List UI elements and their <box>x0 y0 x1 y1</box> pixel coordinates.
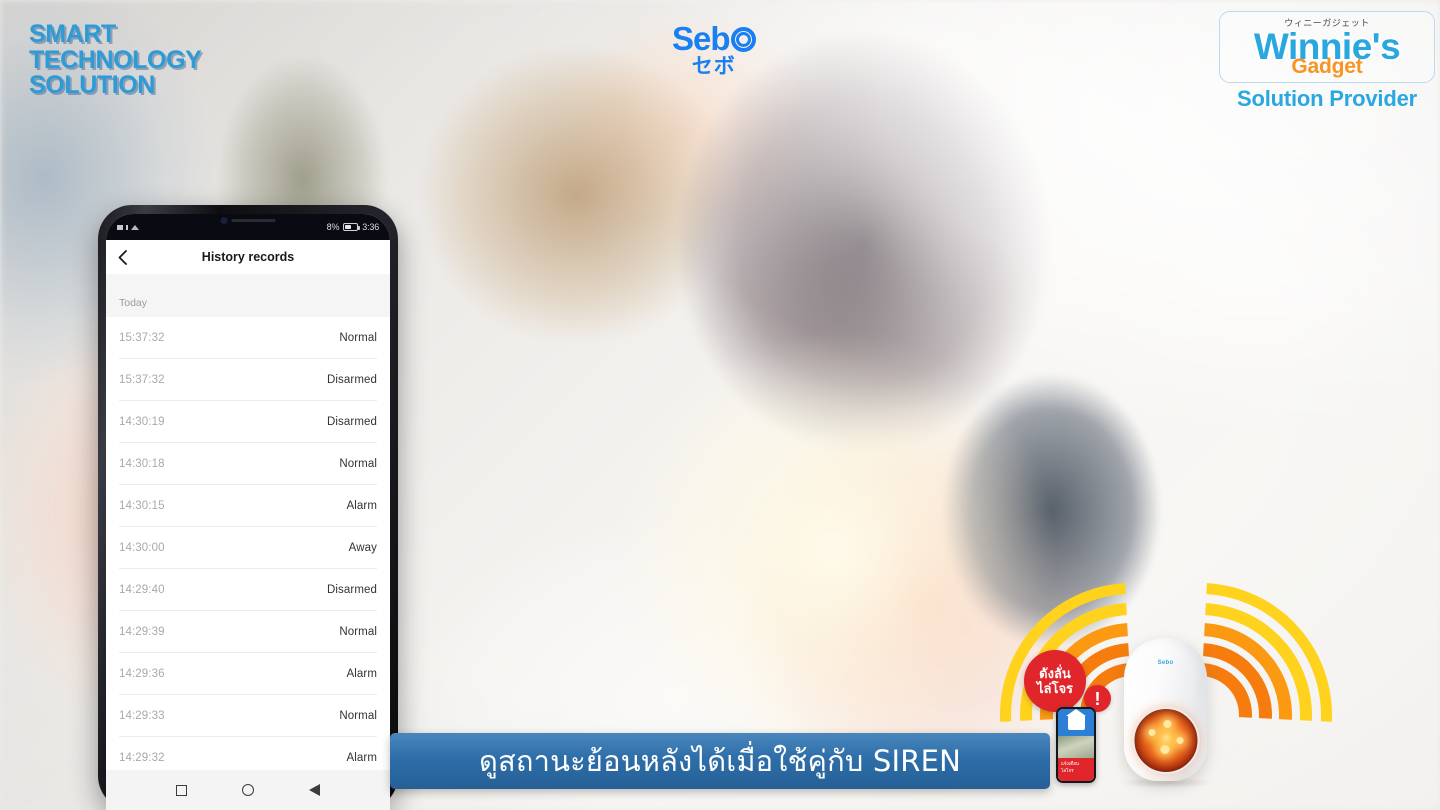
record-time: 14:30:18 <box>119 457 165 470</box>
record-status: Away <box>348 541 377 554</box>
mini-camera-snapshot <box>1058 736 1094 758</box>
table-row[interactable]: 15:37:32 Normal <box>119 317 377 359</box>
spark-icon <box>1148 729 1155 736</box>
smart-technology-solution-logo: SMART TECHNOLOGY SOLUTION <box>29 20 202 99</box>
target-circle-icon <box>730 27 756 52</box>
record-status: Normal <box>339 625 377 638</box>
android-navigation-bar <box>106 770 390 810</box>
chevron-left-icon <box>118 249 127 265</box>
record-status: Alarm <box>346 752 377 764</box>
record-status: Normal <box>339 331 377 344</box>
phone-screen: 8% 3:36 History records Today 15:37:32 No… <box>106 214 390 810</box>
table-row[interactable]: 14:30:15 Alarm <box>119 485 377 527</box>
mini-alert-line-1: แจ้งเตือน <box>1061 761 1079 766</box>
camera-notch <box>220 217 276 224</box>
record-status: Normal <box>339 709 377 722</box>
history-records-list[interactable]: Today 15:37:32 Normal 15:37:32 Disarmed 14:3… <box>106 288 390 770</box>
status-bar-right: 8% 3:36 <box>326 222 380 232</box>
mini-app-header <box>1058 709 1094 736</box>
table-row[interactable]: 14:30:19 Disarmed <box>119 401 377 443</box>
siren-device: Sebo <box>1124 638 1207 781</box>
siren-product-illustration: Sebo ดังลั่น ไล่โจร ! แจ้งเตือน ไล่โจร <box>945 528 1387 810</box>
record-time: 15:37:32 <box>119 331 165 344</box>
table-row[interactable]: 14:29:33 Normal <box>119 695 377 737</box>
record-status: Disarmed <box>326 373 377 386</box>
smart-line-3: SOLUTION <box>29 71 155 99</box>
mini-alert-bar: แจ้งเตือน ไล่โจร <box>1058 758 1094 781</box>
record-time: 14:30:15 <box>119 499 165 512</box>
record-status: Disarmed <box>326 583 377 596</box>
siren-strobe-lens <box>1132 707 1199 774</box>
back-button[interactable] <box>106 249 138 265</box>
app-header: History records <box>106 240 390 274</box>
table-row[interactable]: 14:30:00 Away <box>119 527 377 569</box>
page-title: History records <box>201 250 295 264</box>
phone-frame: 8% 3:36 History records Today 15:37:32 No… <box>98 205 398 810</box>
table-row[interactable]: 14:29:40 Disarmed <box>119 569 377 611</box>
front-camera-icon <box>220 217 228 224</box>
record-time: 14:30:19 <box>119 415 165 428</box>
table-row[interactable]: 14:29:32 Alarm <box>119 737 377 770</box>
spark-icon <box>1160 745 1169 754</box>
mini-phone-mockup: แจ้งเตือน ไล่โจร <box>1056 707 1096 783</box>
mini-alert-line-2: ไล่โจร <box>1061 767 1074 773</box>
record-status: Disarmed <box>326 415 377 428</box>
table-row[interactable]: 14:29:36 Alarm <box>119 653 377 695</box>
loud-alarm-badge: ดังลั่น ไล่โจร <box>1024 650 1086 712</box>
notification-icon <box>126 224 128 230</box>
record-status: Alarm <box>346 499 377 512</box>
record-time: 14:30:00 <box>119 541 165 554</box>
promo-banner: ดูสถานะย้อนหลังได้เมื่อใช้คู่กับ SIREN <box>390 733 1050 789</box>
table-row[interactable]: 14:29:39 Normal <box>119 611 377 653</box>
record-time: 14:29:32 <box>119 752 165 764</box>
loud-badge-line-1: ดังลั่น <box>1039 665 1071 681</box>
recents-button-icon[interactable] <box>175 784 187 796</box>
house-icon <box>1067 715 1085 730</box>
promo-banner-text: ดูสถานะย้อนหลังได้เมื่อใช้คู่กับ SIREN <box>478 744 962 778</box>
record-time: 14:29:36 <box>119 667 165 680</box>
spark-icon <box>1176 737 1183 744</box>
earpiece-speaker <box>231 219 276 222</box>
clock-label: 3:36 <box>362 222 379 232</box>
record-time: 15:37:32 <box>119 373 165 386</box>
siren-brand-mark: Sebo <box>1157 660 1174 666</box>
history-rows: 15:37:32 Normal 15:37:32 Disarmed 14:30:19 Di… <box>106 317 390 770</box>
sebo-kana: セボ <box>691 55 736 78</box>
smart-line-2: TECHNOLOGY <box>29 45 202 74</box>
home-button-icon[interactable] <box>241 784 254 796</box>
list-group-header: Today <box>106 288 390 317</box>
record-status: Alarm <box>346 667 377 680</box>
notification-icon <box>117 224 123 230</box>
winnies-logo-box: ウィニーガジェット Winnie's Gadget <box>1219 11 1435 84</box>
loud-badge-line-2: ไล่โจร <box>1036 681 1074 696</box>
header-spacer <box>106 274 390 288</box>
sebo-wordmark: Seb <box>672 22 756 55</box>
status-bar-notifications <box>117 224 139 230</box>
sebo-logo: Seb セボ <box>672 22 756 77</box>
record-time: 14:29:39 <box>119 625 165 638</box>
status-bar: 8% 3:36 <box>106 214 390 240</box>
signal-icon <box>131 224 139 230</box>
smart-line-1: SMART <box>29 20 116 48</box>
winnies-gadget-logo: ウィニーガジェット Winnie's Gadget Solution Provi… <box>1219 11 1435 112</box>
table-row[interactable]: 15:37:32 Disarmed <box>119 359 377 401</box>
sebo-text: Seb <box>672 20 731 57</box>
table-row[interactable]: 14:30:18 Normal <box>119 443 377 485</box>
spark-icon <box>1163 720 1171 728</box>
record-time: 14:29:33 <box>119 709 165 722</box>
battery-percent-label: 8% <box>326 222 340 232</box>
record-status: Normal <box>339 457 377 470</box>
winnies-gadget-word: Gadget <box>1291 54 1363 78</box>
winnies-tagline: Solution Provider <box>1237 86 1417 112</box>
battery-icon <box>343 223 361 231</box>
mini-phone-screen: แจ้งเตือน ไล่โจร <box>1058 709 1094 781</box>
phone-mockup: 8% 3:36 History records Today 15:37:32 No… <box>62 205 398 810</box>
back-button-icon[interactable] <box>309 784 321 796</box>
record-time: 14:29:40 <box>119 583 165 596</box>
